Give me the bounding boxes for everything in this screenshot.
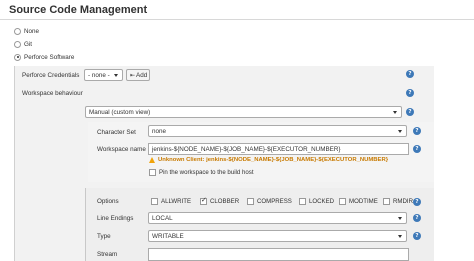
radio-none[interactable] [14,27,21,35]
help-icon[interactable]: ? [406,89,414,97]
help-icon[interactable]: ? [413,198,421,206]
credentials-select-value: - none - [88,71,110,79]
stream-label: Stream [97,251,118,258]
option-modtime[interactable]: MODTIME [339,198,383,205]
scm-option-none[interactable]: None [14,26,39,36]
credentials-select[interactable]: - none - [84,69,123,81]
scm-option-perforce-label: Perforce Software [24,53,75,61]
option-allwrite-label: ALLWRITE [161,198,192,205]
credentials-label: Perforce Credentials [22,72,80,79]
option-clobber-checkbox[interactable] [200,196,207,205]
option-locked[interactable]: LOCKED [299,198,339,205]
chevron-down-icon [114,73,118,77]
workspace-type-value: Manual (custom view) [89,108,151,116]
workspace-name-input[interactable]: jenkins-${NODE_NAME}-${JOB_NAME}-${EXECU… [148,143,409,155]
line-endings-label: Line Endings [97,215,134,222]
scm-option-git[interactable]: Git [14,39,32,49]
option-clobber-label: CLOBBER [210,198,240,205]
help-icon[interactable]: ? [413,232,421,240]
help-icon[interactable]: ? [406,70,414,78]
chevron-down-icon [398,234,402,238]
key-icon: ⇤ [130,72,136,79]
workspace-warning: Unknown Client: jenkins-${NODE_NAME}-${J… [149,157,388,163]
header-divider [0,19,474,20]
workspace-name-label: Workspace name [97,146,146,153]
spec-panel-border [85,188,86,261]
add-button-label: Add [136,71,148,79]
option-rmdir-checkbox[interactable] [383,198,390,205]
charset-value: none [152,127,167,135]
scm-option-git-label: Git [24,40,33,48]
workspace-type-select[interactable]: Manual (custom view) [85,106,402,118]
type-value: WRITABLE [152,232,184,240]
warning-icon [149,157,155,163]
radio-perforce[interactable] [14,53,21,61]
perforce-section-border [14,66,15,261]
options-group: ALLWRITE CLOBBER COMPRESS LOCKED MODTIME… [151,196,417,205]
scm-option-perforce[interactable]: Perforce Software [14,52,74,62]
charset-select[interactable]: none [148,125,407,137]
help-icon[interactable]: ? [413,127,421,135]
line-endings-select[interactable]: LOCAL [148,212,407,224]
options-label: Options [97,198,119,205]
help-icon[interactable]: ? [413,214,421,222]
scm-option-none-label: None [24,27,40,35]
type-label: Type [97,233,111,240]
option-compress-label: COMPRESS [257,198,292,205]
option-compress-checkbox[interactable] [247,198,254,205]
option-locked-label: LOCKED [309,198,335,205]
chevron-down-icon [393,110,397,114]
workspace-behaviour-label: Workspace behaviour [22,90,83,97]
help-icon[interactable]: ? [413,145,421,153]
option-modtime-checkbox[interactable] [339,198,346,205]
chevron-down-icon [398,216,402,220]
pin-workspace-checkbox[interactable] [149,169,156,176]
option-allwrite[interactable]: ALLWRITE [151,198,200,205]
line-endings-value: LOCAL [152,214,173,222]
pin-workspace-option[interactable]: Pin the workspace to the build host [149,169,254,176]
option-compress[interactable]: COMPRESS [247,198,299,205]
workspace-warning-text: Unknown Client: jenkins-${NODE_NAME}-${J… [158,157,388,163]
help-icon[interactable]: ? [406,108,414,116]
page-title: Source Code Management [9,4,148,16]
add-credentials-button[interactable]: ⇤ Add [126,69,150,81]
charset-label: Character Set [97,129,136,136]
radio-git[interactable] [14,40,21,48]
pin-workspace-label: Pin the workspace to the build host [159,169,254,176]
chevron-down-icon [398,129,402,133]
workspace-name-value: jenkins-${NODE_NAME}-${JOB_NAME}-${EXECU… [152,145,341,153]
option-allwrite-checkbox[interactable] [151,198,158,205]
option-rmdir[interactable]: RMDIR [383,198,417,205]
type-select[interactable]: WRITABLE [148,230,407,242]
option-modtime-label: MODTIME [349,198,378,205]
option-locked-checkbox[interactable] [299,198,306,205]
option-clobber[interactable]: CLOBBER [200,196,247,205]
stream-input[interactable] [148,248,409,261]
option-rmdir-label: RMDIR [393,198,413,205]
